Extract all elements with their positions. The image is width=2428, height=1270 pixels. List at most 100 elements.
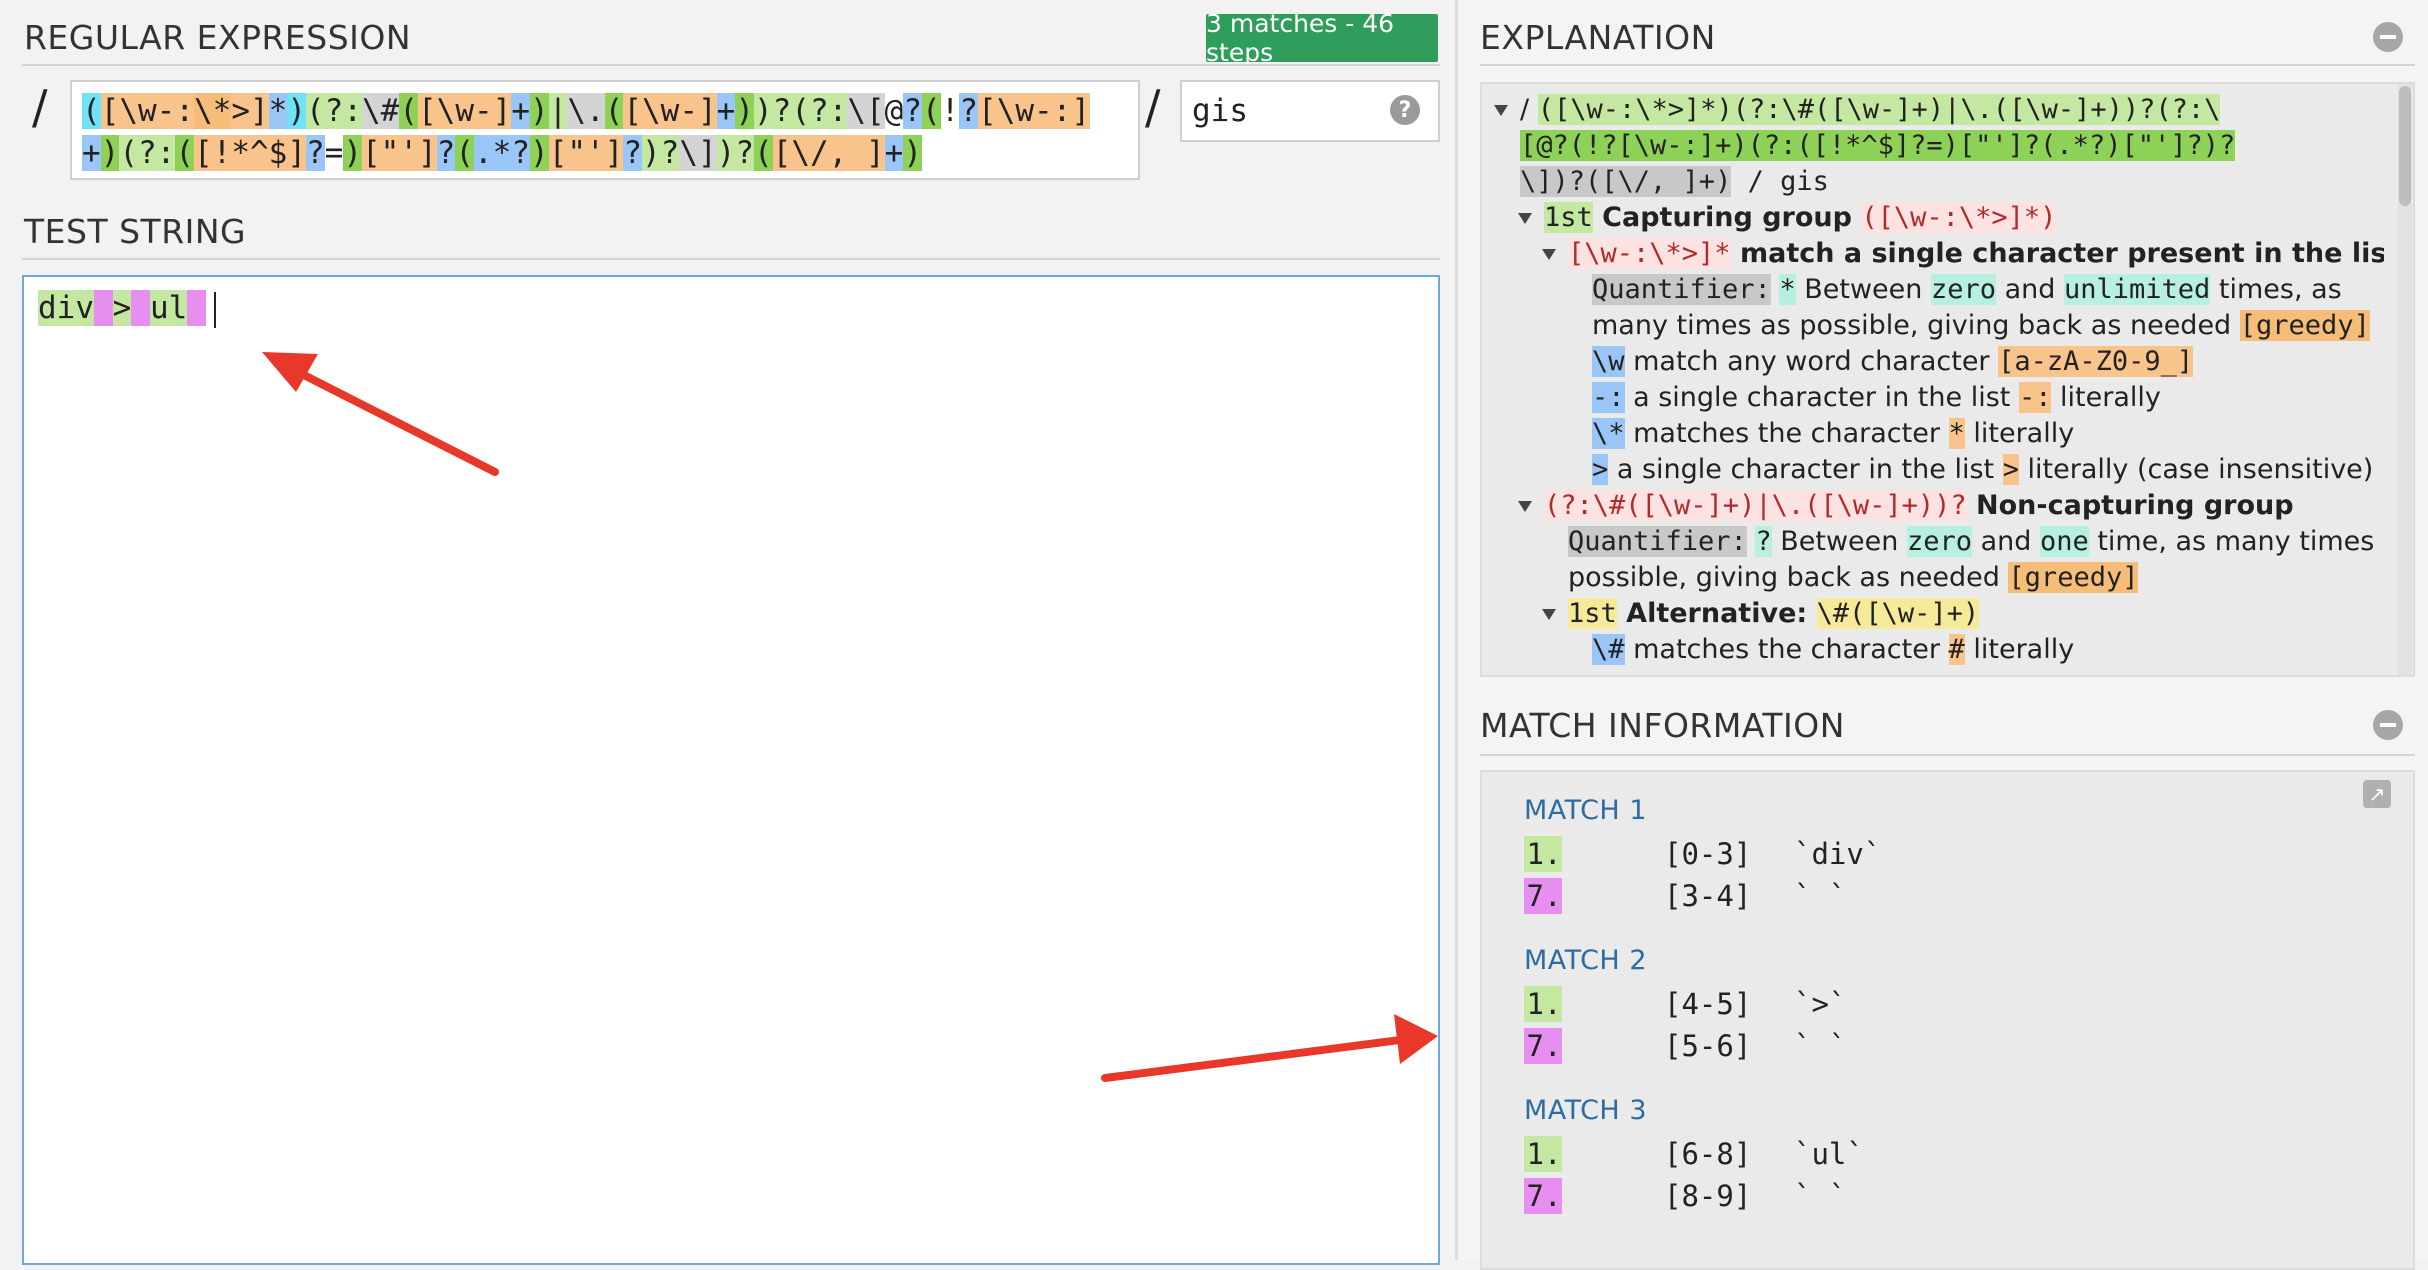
divider (1480, 64, 2415, 66)
group-range: [6-8] (1664, 1137, 1752, 1171)
expand-triangle-icon[interactable] (1518, 213, 1532, 224)
group-range: [5-6] (1664, 1029, 1752, 1063)
regex-token: ) (530, 135, 549, 171)
regex-token: ? (306, 135, 325, 171)
explanation-token: [\w-:\*>]* (1568, 238, 1731, 269)
explanation-line: possible, giving back as needed [greedy] (1494, 560, 2384, 596)
explanation-token: time, as many times as (2088, 526, 2384, 557)
regex-token: * (268, 93, 288, 129)
minus-circle-icon[interactable] (2373, 22, 2403, 52)
test-string-token (131, 290, 151, 326)
explanation-line: \])?([\/, ]+) / gis (1494, 164, 2384, 200)
group-number: 1. (1524, 836, 1562, 872)
group-number: 1. (1524, 1136, 1562, 1172)
regex-token: [\w-] (418, 93, 512, 129)
explanation-line[interactable]: / ([\w-:\*>]*)(?:\#([\w-]+)|\.([\w-]+))?… (1494, 92, 2384, 128)
explanation-token: zero (1930, 274, 1997, 305)
explanation-line[interactable]: 1st Capturing group ([\w-:\*>]*) (1494, 200, 2384, 236)
explanation-token: \#([\w-]+) (1816, 598, 1980, 629)
explanation-line[interactable]: 1st Alternative: \#([\w-]+) (1494, 596, 2384, 632)
explanation-token: ? (1755, 526, 1772, 557)
regex-token: [\w-] (623, 93, 717, 129)
match-title: MATCH 1 (1524, 795, 1647, 826)
regex-token: ) (100, 135, 120, 171)
regex-token: + (716, 93, 736, 129)
regex-token: ( (455, 135, 475, 171)
regex-token: ) (343, 135, 363, 171)
explanation-line[interactable]: (?:\#([\w-]+)|\.([\w-]+))? Non-capturing… (1494, 488, 2384, 524)
explanation-token: -: (2018, 382, 2052, 413)
test-string-input[interactable]: div > ul (22, 275, 1440, 1265)
explanation-token: Non-capturing group (1966, 490, 2294, 521)
regex-token: [\w-:] (978, 93, 1091, 129)
explanation-token: zero (1906, 526, 1973, 557)
regex-token: )? (642, 135, 680, 171)
explanation-token: match any word character (1624, 346, 1999, 377)
explanation-line: Quantifier: * Between zero and unlimited… (1494, 272, 2384, 308)
explanation-token: Between (1795, 274, 1931, 305)
test-string-token (187, 290, 207, 326)
external-link-icon[interactable]: ↗ (2363, 780, 2391, 808)
regex-token: ? (903, 93, 923, 129)
explanation-token: matches the character (1624, 634, 1949, 665)
explanation-line[interactable]: [\w-:\*>]* match a single character pres… (1494, 236, 2384, 272)
regex-input[interactable]: ([\w-:\*>]*)(?:\#([\w-]+)|\.([\w-]+))?(?… (70, 80, 1140, 180)
explanation-token: 1st (1568, 598, 1617, 629)
explanation-token: Between (1771, 526, 1907, 557)
match-group-row: 1. [0-3] `div` (1524, 835, 2324, 873)
group-value: `>` (1794, 987, 1847, 1021)
explanation-token: matches the character (1624, 418, 1949, 449)
test-string-token (94, 290, 113, 326)
left-pane: REGULAR EXPRESSION 3 matches - 46 steps … (0, 0, 1455, 1265)
group-number: 7. (1524, 878, 1562, 914)
question-circle-icon[interactable]: ? (1390, 95, 1420, 125)
expand-triangle-icon[interactable] (1542, 249, 1556, 260)
regex-token: \[ (847, 93, 885, 129)
explanation-token: [greedy] (2239, 310, 2370, 341)
expand-triangle-icon[interactable] (1518, 501, 1532, 512)
minus-circle-icon[interactable] (2373, 710, 2403, 740)
explanation-token: Alternative: (1616, 598, 1817, 629)
explanation-token: ([\w-:\*>]*) (1861, 202, 2057, 233)
explanation-token: a single character in the list (1608, 454, 2003, 485)
explanation-token: ([\w-:\*>]*)(?:\#([\w-]+)|\.([\w-]+))?(?… (1537, 94, 2221, 125)
explanation-token: [a-zA-Z0-9_] (1998, 346, 2194, 377)
regex-open-delimiter: / (32, 80, 48, 134)
test-string-token: div (38, 290, 94, 326)
test-string-token: > (112, 290, 132, 326)
explanation-token: one (2039, 526, 2089, 557)
explanation-token: # (1948, 634, 1965, 665)
group-number: 1. (1524, 986, 1562, 1022)
regex-token: = (324, 135, 344, 171)
explanation-token: -: (1592, 382, 1625, 413)
regex-token: | (548, 93, 568, 129)
regex-token: @ (884, 93, 904, 129)
match-group-row: 7. [3-4] ` ` (1524, 877, 2324, 915)
expand-triangle-icon[interactable] (1494, 105, 1508, 116)
explanation-token: times, as (2210, 274, 2342, 305)
match-group-row: 1. [6-8] `ul` (1524, 1135, 2324, 1173)
regex-token: [\/, ] (772, 135, 885, 171)
explanation-token: and (1972, 526, 2040, 557)
group-number: 7. (1524, 1028, 1562, 1064)
explanation-scrollbar-thumb[interactable] (2399, 86, 2411, 206)
regex-close-delimiter: / (1145, 80, 1161, 134)
regex-line-1: ([\w-:\*>]*)(?:\#([\w-]+)|\.([\w-]+))?(?… (82, 90, 1128, 132)
explanation-token: many times as possible, giving back as n… (1592, 310, 2240, 341)
explanation-line: Quantifier: ? Between zero and one time,… (1494, 524, 2384, 560)
text-cursor (214, 291, 217, 328)
regex-token: )? (716, 135, 754, 171)
regex-token: )? (754, 93, 792, 129)
explanation-token: literally (1964, 418, 2075, 449)
match-count-badge: 3 matches - 46 steps (1206, 9, 1438, 67)
regex-token: + (511, 93, 530, 129)
regex-token: \. (567, 93, 605, 129)
regex-section-title: REGULAR EXPRESSION (24, 18, 412, 57)
explanation-line: [@?(!?[\w-:]+)(?:([!*^$]?=)["']?(.*?)["'… (1494, 128, 2384, 164)
regex-token: >] (231, 93, 269, 129)
explanation-token: / gis (1731, 166, 1829, 197)
match-group-row: 7. [5-6] ` ` (1524, 1027, 2324, 1065)
explanation-token: \* (1592, 418, 1625, 449)
expand-triangle-icon[interactable] (1542, 609, 1556, 620)
explanation-panel: / ([\w-:\*>]*)(?:\#([\w-]+)|\.([\w-]+))?… (1480, 82, 2415, 677)
